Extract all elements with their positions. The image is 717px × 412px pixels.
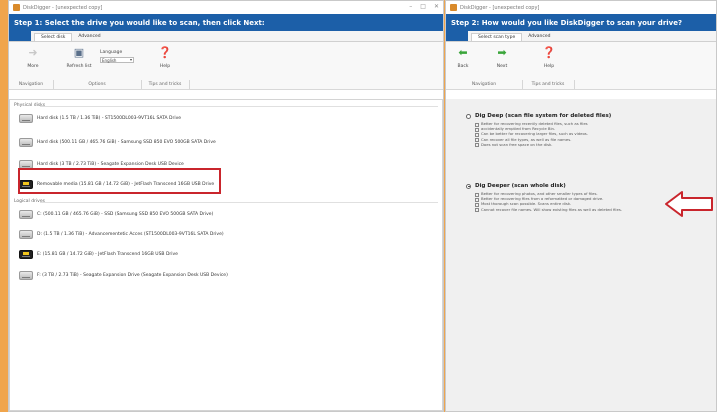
divider [40,202,438,203]
list-item[interactable]: Hard disk (1.5 TB / 1.36 TiB) - ST1500DL… [19,112,181,124]
dig-deeper-title: Dig Deeper (scan whole disk) [475,183,566,189]
window-title: DiskDigger - [unexpected copy] [460,4,540,11]
file-menu-tab[interactable] [446,31,468,41]
hard-disk-icon [19,229,33,239]
app-icon [450,4,457,11]
next-button[interactable]: ➡ Next [489,46,515,70]
language-label: Language [100,50,123,55]
hard-disk-icon [19,270,33,280]
back-arrow-icon: ⬅ [458,46,468,59]
app-icon [13,4,20,11]
divider [40,106,438,107]
dig-deeper-option[interactable]: Dig Deeper (scan whole disk) Better for … [466,183,622,213]
window-controls: – □ ✕ [409,3,439,10]
dig-deep-radio[interactable] [466,113,471,119]
dig-deep-option[interactable]: Dig Deep (scan file system for deleted f… [466,113,612,148]
step-header: Step 2: How would you like DiskDigger to… [446,14,716,31]
step2-window: DiskDigger - [unexpected copy] Step 2: H… [445,0,717,412]
group-tips: Tips and tricks [141,80,190,89]
bullet: Cannot recover file names. Will show exi… [475,207,622,213]
list-item[interactable]: E: (15.81 GB / 14.72 GiB) - JetFlash Tra… [19,248,178,260]
ribbon-tabs: Select disk Advanced [9,31,443,42]
title-bar: DiskDigger - [unexpected copy] – □ ✕ [9,1,443,14]
language-dropdown[interactable]: English [100,57,134,63]
more-button[interactable]: ➜ More [20,46,46,70]
usb-drive-icon [19,249,33,259]
list-item[interactable]: C: (500.11 GB / 465.76 GiB) - SSD (Samsu… [19,208,213,220]
group-tips: Tips and tricks [522,80,575,89]
back-button[interactable]: ⬅ Back [450,46,476,70]
file-menu-tab[interactable] [9,31,31,41]
help-button[interactable]: ❓ Help [536,46,562,70]
ribbon: ➜ More ▣ Refresh list Language English ❓… [9,42,443,90]
bullet: Does not scan free space on the disk. [475,142,611,148]
language-selector: Language English [100,50,134,63]
group-options: Options [53,80,142,89]
tab-advanced[interactable]: Advanced [522,33,556,41]
drive-list: Physical disks Hard disk (1.5 TB / 1.36 … [9,99,443,411]
step1-window: DiskDigger - [unexpected copy] – □ ✕ Ste… [8,0,444,412]
dig-deep-bullets: Better for recovering recently deleted f… [475,121,611,148]
hard-disk-icon [19,209,33,219]
scan-options-panel: Dig Deep (scan file system for deleted f… [446,99,716,411]
dig-deep-title: Dig Deep (scan file system for deleted f… [475,113,612,119]
ribbon-tabs: Select scan type Advanced [446,31,716,42]
tab-select-scan-type[interactable]: Select scan type [471,33,523,41]
hard-disk-icon [19,113,33,123]
red-arrow-icon [665,191,713,217]
close-icon[interactable]: ✕ [434,3,439,10]
help-button[interactable]: ❓ Help [152,46,178,70]
dig-deeper-radio[interactable] [466,183,471,189]
tab-select-disk[interactable]: Select disk [34,33,73,41]
ribbon: ⬅ Back ➡ Next ❓ Help Navigation Tips and… [446,42,716,90]
refresh-drive-icon: ▣ [73,46,85,59]
help-icon: ❓ [158,46,172,59]
step-header: Step 1: Select the drive you would like … [9,14,443,31]
title-bar: DiskDigger - [unexpected copy] [446,1,716,14]
maximize-icon[interactable]: □ [420,3,426,10]
list-item[interactable]: F: (3 TB / 2.73 TiB) - Seagate Expansion… [19,269,228,281]
arrow-right-icon: ➜ [28,46,38,59]
help-icon: ❓ [542,46,556,59]
group-navigation: Navigation [446,80,523,89]
group-navigation: Navigation [9,80,54,89]
dig-deeper-bullets: Better for recovering photos, and other … [475,191,622,213]
hard-disk-icon [19,137,33,147]
list-item[interactable]: D: (1.5 TB / 1.36 TiB) - Advancementetic… [19,228,224,240]
list-item[interactable]: Hard disk (500.11 GB / 465.76 GiB) - Sam… [19,136,216,148]
tab-advanced[interactable]: Advanced [72,33,106,41]
selection-highlight-box [18,168,221,194]
refresh-list-button[interactable]: ▣ Refresh list [66,46,92,70]
minimize-icon[interactable]: – [409,3,412,10]
window-title: DiskDigger - [unexpected copy] [23,4,103,11]
next-arrow-icon: ➡ [497,46,507,59]
